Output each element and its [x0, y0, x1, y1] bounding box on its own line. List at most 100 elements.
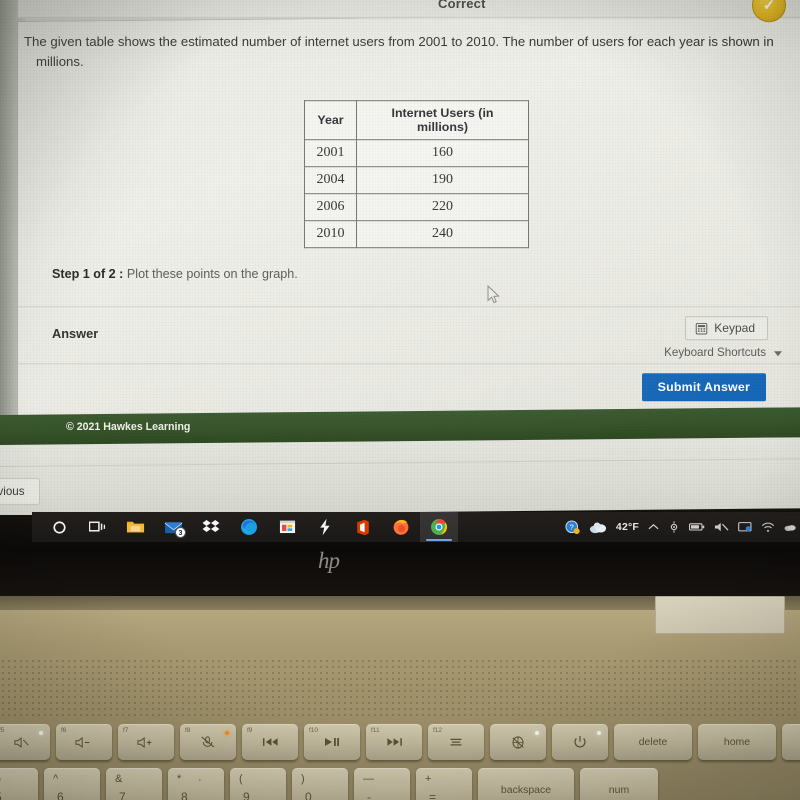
taskbar-item-firefox[interactable] [382, 512, 420, 542]
key-fn-label: f5 [0, 727, 5, 734]
keyboard-function-row: f5 f6 f7 f8 [0, 724, 800, 760]
firefox-icon [393, 519, 409, 535]
key-f11-next-track[interactable]: f11 [366, 724, 422, 760]
key-fn-label: f10 [309, 727, 319, 734]
key-f5-mute[interactable]: f5 [0, 724, 50, 760]
taskbar-item-flash-app[interactable] [306, 512, 344, 542]
keyboard-number-row: % 5 ^ 6 & 7 * · 8 ( 9 ) 0 [0, 768, 658, 800]
key-shift-label: ( [239, 773, 243, 785]
microsoft-office-icon [357, 519, 369, 535]
divider [0, 458, 800, 467]
key-minus-underscore[interactable]: — - [354, 768, 410, 800]
volume-down-icon [75, 736, 93, 748]
step-label: Step 1 of 2 : [52, 267, 124, 282]
key-equals-plus[interactable]: + = [416, 768, 472, 800]
table-row: 2001 160 [304, 139, 529, 167]
submit-answer-button[interactable]: Submit Answer [641, 373, 766, 402]
key-f9-previous-track[interactable]: f9 [242, 724, 298, 760]
key-shift-label: + [425, 773, 432, 785]
cell-year: 2010 [304, 220, 357, 248]
key-f6-volume-down[interactable]: f6 [56, 724, 112, 760]
keypad-button-label: Keypad [714, 321, 755, 336]
key-shift-label: % [0, 773, 1, 785]
chevron-down-icon[interactable] [774, 351, 782, 357]
taskbar-item-google-chrome[interactable] [420, 512, 458, 542]
previous-button[interactable]: evious [0, 477, 40, 505]
wifi-icon[interactable] [761, 522, 775, 533]
step-instruction: Step 1 of 2 : Plot these points on the g… [52, 267, 298, 281]
key-airplane-mode[interactable] [490, 724, 546, 760]
key-f12-keyboard-backlight[interactable]: f12 [428, 724, 484, 760]
battery-icon[interactable] [689, 522, 705, 532]
key-9-left-paren[interactable]: ( 9 [230, 768, 286, 800]
taskbar-item-microsoft-store[interactable] [268, 512, 306, 542]
key-backspace[interactable]: backspace [478, 768, 574, 800]
laptop-keyboard: f5 f6 f7 f8 [0, 596, 800, 800]
key-fn-label: f6 [61, 727, 67, 734]
cortana-search-icon [52, 520, 66, 534]
key-f10-play-pause[interactable]: f10 [304, 724, 360, 760]
taskbar-item-microsoft-office[interactable] [344, 512, 382, 542]
settings-gear-icon[interactable] [668, 521, 680, 533]
result-status-label: Correct [438, 0, 486, 12]
google-chrome-icon [431, 519, 447, 535]
key-0-right-paren[interactable]: ) 0 [292, 768, 348, 800]
answer-section-label: Answer [52, 326, 99, 342]
display-icon[interactable] [738, 521, 752, 533]
key-label: 9 [243, 790, 250, 800]
key-delete[interactable]: delete [614, 724, 692, 760]
taskbar-item-task-view[interactable] [78, 512, 116, 542]
column-header-year: Year [304, 100, 357, 140]
taskbar-item-mail[interactable]: 3 [154, 512, 192, 542]
key-dot-mark: · [198, 774, 202, 786]
key-6-caret[interactable]: ^ 6 [44, 768, 100, 800]
key-shift-label: — [363, 773, 374, 785]
key-num-lock[interactable]: num [580, 768, 658, 800]
navigation-strip: evious [0, 436, 800, 515]
windows-taskbar: 3 ? 42°F [32, 512, 800, 542]
key-fn-label: f8 [185, 727, 191, 734]
keyboard-shortcuts-link[interactable]: Keyboard Shortcuts [664, 346, 766, 359]
key-f7-volume-up[interactable]: f7 [118, 724, 174, 760]
table-row: 2004 190 [304, 166, 529, 194]
weather-temperature[interactable]: 42°F [616, 521, 639, 533]
table-row: 2010 240 [304, 220, 529, 248]
previous-track-icon [262, 737, 279, 747]
key-label: backspace [500, 784, 552, 796]
keypad-button[interactable]: Keypad [685, 316, 768, 341]
key-label: 5 [0, 790, 2, 800]
system-tray: ? 42°F [565, 519, 800, 535]
key-fn-label: f9 [247, 727, 253, 734]
laptop-screen: Correct ✓ The given table shows the esti… [0, 0, 800, 515]
key-shift-label: * [177, 773, 182, 785]
key-shift-label: & [115, 773, 123, 785]
question-content-card: Correct ✓ The given table shows the esti… [18, 0, 800, 420]
key-8-asterisk[interactable]: * · 8 [168, 768, 224, 800]
taskbar-item-microsoft-edge[interactable] [230, 512, 268, 542]
key-power[interactable] [552, 724, 608, 760]
taskbar-item-file-explorer[interactable] [116, 512, 154, 542]
key-f8-mic-mute[interactable]: f8 [180, 724, 236, 760]
hp-brand-logo: hp [318, 548, 340, 573]
table-row: 2006 220 [304, 193, 529, 221]
taskbar-item-cortana-search[interactable] [40, 512, 78, 542]
onedrive-icon[interactable] [784, 522, 796, 532]
key-home[interactable]: home [698, 724, 776, 760]
key-label: 8 [181, 790, 188, 800]
help-circle-icon[interactable]: ? [565, 519, 580, 535]
copyright-text: © 2021 Hawkes Learning [66, 420, 191, 433]
key-label: num [608, 784, 630, 796]
key-5-percent[interactable]: % 5 [0, 768, 38, 800]
volume-muted-icon[interactable] [714, 521, 729, 533]
taskbar-item-dropbox[interactable] [192, 512, 230, 542]
cloud-icon[interactable] [589, 521, 607, 534]
microsoft-store-icon [279, 520, 295, 534]
key-7-ampersand[interactable]: & 7 [106, 768, 162, 800]
chevron-up-icon[interactable] [648, 523, 659, 531]
lightning-bolt-icon [320, 518, 330, 536]
key-end[interactable] [782, 724, 800, 760]
divider [18, 363, 800, 365]
dropbox-icon [202, 520, 220, 532]
key-led-indicator [39, 731, 43, 735]
mute-speaker-icon [14, 736, 30, 748]
